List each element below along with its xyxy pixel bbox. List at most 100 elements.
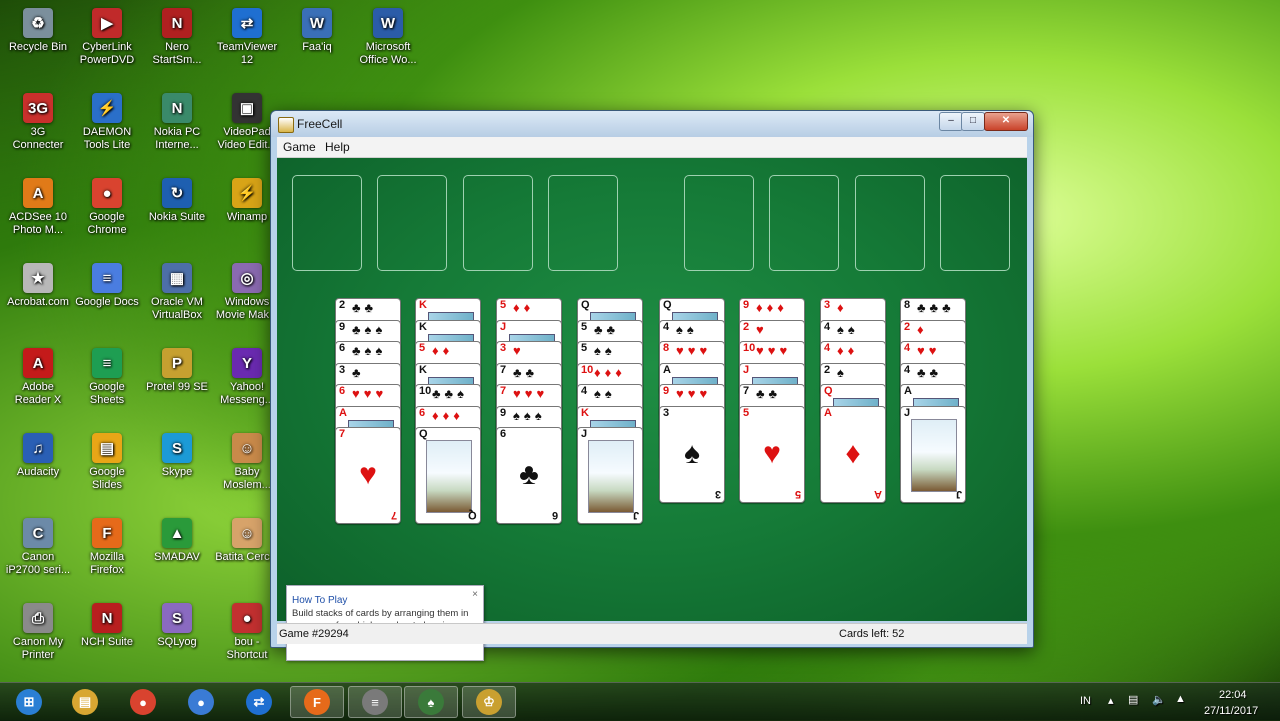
taskbar-chrome-2[interactable]: ● (174, 686, 228, 718)
desktop-icon-30[interactable]: ⎙ Canon My Printer (5, 603, 71, 662)
card-pips: ♥♥♥ (676, 343, 712, 358)
card-rank: 2 (824, 363, 831, 376)
maximize-button[interactable]: □ (961, 112, 985, 131)
foundation-4[interactable] (940, 175, 1010, 271)
desktop-icon-22[interactable]: ♫ Audacity (5, 433, 71, 479)
network-tray-icon[interactable]: ▤ (1128, 693, 1138, 706)
card-rank-bottom: 7 (390, 509, 397, 521)
free-cell-4[interactable] (548, 175, 618, 271)
card-rank-bottom: Q (468, 509, 477, 521)
desktop-icon-2[interactable]: N Nero StartSm... (144, 8, 210, 67)
card-pips: ♥ (513, 343, 525, 358)
card-rank-bottom: 6 (551, 509, 558, 521)
desktop-icon-28[interactable]: ▲ SMADAV (144, 518, 210, 564)
free-cell-3[interactable] (463, 175, 533, 271)
desktop-icon-0[interactable]: ♻ Recycle Bin (5, 8, 71, 54)
taskbar-chrome[interactable]: ● (116, 686, 170, 718)
firefox-icon: F (304, 689, 330, 715)
desktop-icon-23[interactable]: ▤ Google Slides (74, 433, 140, 492)
desktop-icon-1[interactable]: ▶ CyberLink PowerDVD (74, 8, 140, 67)
foundation-2[interactable] (769, 175, 839, 271)
desktop-icon-31[interactable]: N NCH Suite (74, 603, 140, 649)
chrome-2-icon: ● (188, 689, 214, 715)
top-card[interactable]: QQ (415, 427, 481, 524)
taskbar-freecell[interactable]: ♔ (462, 686, 516, 718)
free-cell-2[interactable] (377, 175, 447, 271)
clock-time[interactable]: 22:04 (1219, 689, 1247, 701)
card-rank: 6 (500, 428, 507, 440)
desktop-icon-8[interactable]: N Nokia PC Interne... (144, 93, 210, 152)
card-pips: ♦♦ (432, 343, 454, 358)
desktop-icon-26[interactable]: C Canon iP2700 seri... (5, 518, 71, 577)
desktop-icon-7[interactable]: ⚡ DAEMON Tools Lite (74, 93, 140, 152)
freecell-icon: ♔ (476, 689, 502, 715)
menu-help[interactable]: Help (325, 140, 350, 154)
document-icon: ≡ (362, 689, 388, 715)
desktop-icon-27[interactable]: F Mozilla Firefox (74, 518, 140, 577)
free-cell-1[interactable] (292, 175, 362, 271)
card-rank: 6 (419, 406, 426, 419)
top-card[interactable]: 3 ♠ 3 (659, 405, 725, 503)
show-hidden-icons-icon[interactable]: ▴ (1108, 694, 1114, 707)
taskbar-start-button[interactable]: ⊞ (2, 686, 56, 718)
card-rank: 3 (824, 299, 831, 311)
taskbar-firefox[interactable]: F (290, 686, 344, 718)
card-rank: 4 (824, 342, 831, 354)
signal-icon[interactable]: ▲ (1175, 693, 1186, 705)
desktop-icon-15[interactable]: ≡ Google Docs (74, 263, 140, 309)
desktop-icon-11[interactable]: ● Google Chrome (74, 178, 140, 237)
desktop-app-icon: ▤ (92, 433, 122, 463)
desktop-icon-3[interactable]: ⇄ TeamViewer 12 (214, 8, 280, 67)
desktop-app-icon: A (23, 348, 53, 378)
desktop-icon-label: DAEMON Tools Lite (82, 126, 132, 151)
taskbar-document[interactable]: ≡ (348, 686, 402, 718)
card-rank: 7 (743, 385, 750, 397)
card-rank-bottom: 5 (794, 487, 801, 500)
desktop-icon-32[interactable]: S SQLyog (144, 603, 210, 649)
desktop-icon-12[interactable]: ↻ Nokia Suite (144, 178, 210, 224)
desktop-icon-16[interactable]: ▦ Oracle VM VirtualBox (144, 263, 210, 322)
card-pips: ♣♣ (513, 364, 539, 380)
title-bar[interactable]: FreeCell – □ ✕ (271, 111, 1033, 137)
language-indicator[interactable]: IN (1080, 695, 1091, 707)
card-rank: 9 (339, 320, 346, 333)
top-card[interactable]: 7 ♥ 7 (335, 427, 401, 524)
menu-bar: Game Help (277, 137, 1027, 158)
top-card[interactable]: JJ (900, 405, 966, 503)
minimize-button[interactable]: – (939, 112, 963, 131)
desktop-icon-5[interactable]: W Microsoft Office Wo... (355, 8, 421, 67)
desktop-icon-24[interactable]: S Skype (144, 433, 210, 479)
volume-icon[interactable]: 🔈 (1152, 693, 1166, 706)
card-rank: 9 (663, 385, 670, 397)
top-card[interactable]: 5 ♥ 5 (739, 405, 805, 503)
desktop-icon-6[interactable]: 3G 3G Connecter (5, 93, 71, 152)
desktop-icon-label: Nero StartSm... (152, 41, 202, 66)
card-pips: ♥♥♥ (352, 386, 388, 401)
taskbar-teamviewer[interactable]: ⇄ (232, 686, 286, 718)
desktop-app-icon: S (162, 433, 192, 463)
menu-game[interactable]: Game (283, 140, 316, 154)
taskbar-solitaire[interactable]: ♠ (404, 686, 458, 718)
desktop-icon-10[interactable]: A ACDSee 10 Photo M... (5, 178, 71, 237)
close-button[interactable]: ✕ (984, 112, 1028, 131)
game-number: Game #29294 (279, 628, 349, 640)
top-card[interactable]: 6 ♣ 6 (496, 427, 562, 524)
foundation-1[interactable] (684, 175, 754, 271)
tooltip-close-icon[interactable]: × (472, 589, 478, 600)
taskbar-explorer[interactable]: ▤ (58, 686, 112, 718)
clock-date[interactable]: 27/11/2017 (1204, 705, 1258, 717)
cards-left: Cards left: 52 (839, 628, 905, 640)
card-rank: Q (663, 299, 672, 311)
desktop-icon-19[interactable]: ≡ Google Sheets (74, 348, 140, 407)
card-rank: 3 (663, 406, 670, 419)
card-rank: 5 (581, 320, 588, 333)
top-card[interactable]: A ♦ A (820, 405, 886, 503)
desktop-icon-18[interactable]: A Adobe Reader X (5, 348, 71, 407)
desktop-icon-4[interactable]: W Faa'iq (284, 8, 350, 54)
tooltip-title: How To Play (292, 595, 348, 606)
desktop-icon-14[interactable]: ★ Acrobat.com (5, 263, 71, 309)
desktop-icon-20[interactable]: P Protel 99 SE (144, 348, 210, 394)
top-card[interactable]: JJ (577, 427, 643, 524)
foundation-3[interactable] (855, 175, 925, 271)
desktop-icon-label: Nokia Suite (148, 211, 206, 223)
